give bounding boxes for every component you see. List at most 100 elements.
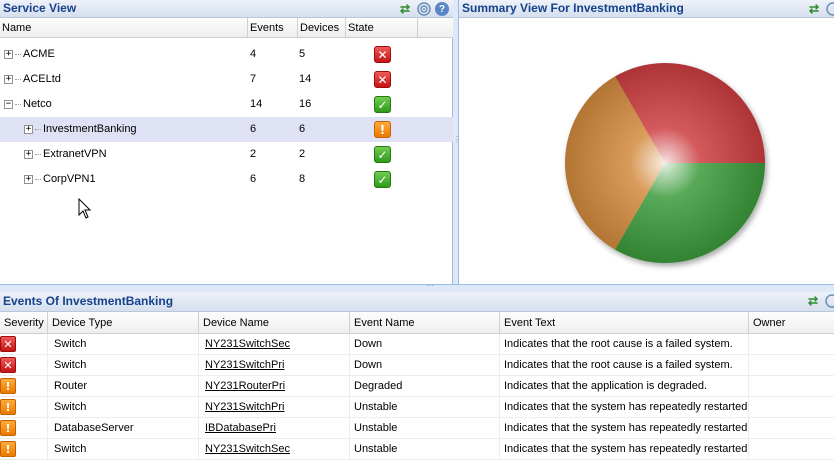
tree-row[interactable]: + ACME 4 5 ✕ (0, 42, 453, 67)
device-type-cell: Switch (48, 334, 199, 354)
refresh-icon[interactable]: ⇄ (806, 1, 822, 17)
severity-cell: ! (0, 397, 48, 417)
severity-cell: ! (0, 439, 48, 459)
critical-state-icon: ✕ (374, 46, 391, 63)
warning-severity-icon: ! (0, 399, 16, 415)
splitter-grip-icon[interactable]: ⋯ (426, 281, 434, 290)
event-text-cell: Indicates that the application is degrad… (500, 376, 749, 396)
tree-connector (15, 104, 21, 105)
table-row[interactable]: ! DatabaseServer IBDatabasePri Unstable Indi… (0, 418, 834, 439)
tree-row[interactable]: + ACELtd 7 14 ✕ (0, 67, 453, 92)
tree-connector (15, 79, 21, 80)
device-name-link[interactable]: NY231SwitchPri (205, 359, 284, 371)
col-severity[interactable]: Severity (0, 312, 48, 334)
event-text-cell: Indicates that the system has repeatedly… (500, 418, 749, 438)
device-type-cell: Switch (48, 439, 199, 459)
service-name: ExtranetVPN (43, 148, 107, 160)
severity-cell: ✕ (0, 355, 48, 375)
device-type-cell: Switch (48, 397, 199, 417)
service-devices: 16 (299, 98, 312, 110)
device-type-cell: DatabaseServer (48, 418, 199, 438)
table-row[interactable]: ✕ Switch NY231SwitchPri Down Indicates that … (0, 355, 834, 376)
table-row[interactable]: ✕ Switch NY231SwitchSec Down Indicates that … (0, 334, 834, 355)
service-tree-header: Name Events Devices State (0, 18, 453, 38)
events-grid-header: Severity Device Type Device Name Event N… (0, 312, 834, 334)
mouse-cursor-icon (78, 198, 92, 219)
col-owner[interactable]: Owner (749, 312, 834, 334)
service-name: ACELtd (23, 73, 61, 85)
device-name-cell: IBDatabasePri (199, 418, 350, 438)
event-name-cell: Down (350, 334, 500, 354)
radar-icon[interactable] (416, 1, 432, 17)
device-name-link[interactable]: NY231SwitchSec (205, 443, 290, 455)
event-text-cell: Indicates that the root cause is a faile… (500, 334, 749, 354)
device-name-cell: NY231SwitchSec (199, 334, 350, 354)
device-name-link[interactable]: NY231SwitchPri (205, 401, 284, 413)
event-text-cell: Indicates that the system has repeatedly… (500, 397, 749, 417)
events-title: Events Of InvestmentBanking (3, 294, 174, 308)
tree-row[interactable]: + ExtranetVPN 2 2 ✓ (0, 142, 453, 167)
event-text-cell: Indicates that the system has repeatedly… (500, 439, 749, 459)
expand-toggle-icon[interactable]: + (4, 75, 13, 84)
refresh-icon[interactable]: ⇄ (397, 1, 413, 17)
radar-icon[interactable] (824, 293, 834, 309)
severity-cell: ✕ (0, 334, 48, 354)
help-icon[interactable]: ? (435, 2, 449, 16)
col-devices[interactable]: Devices (298, 18, 346, 38)
col-state[interactable]: State (346, 18, 418, 38)
service-name: Netco (23, 98, 52, 110)
service-view-panel: Service View ⇄ ? Name Events Devices Sta… (0, 0, 453, 284)
summary-view-header: Summary View For InvestmentBanking ⇄ (459, 0, 834, 18)
tree-row[interactable]: − Netco 14 16 ✓ (0, 92, 453, 117)
radar-icon[interactable] (825, 1, 834, 17)
owner-cell (749, 334, 834, 354)
device-name-cell: NY231SwitchSec (199, 439, 350, 459)
col-event-text[interactable]: Event Text (500, 312, 749, 334)
owner-cell (749, 418, 834, 438)
device-name-link[interactable]: NY231SwitchSec (205, 338, 290, 350)
expand-toggle-icon[interactable]: + (24, 150, 33, 159)
device-type-cell: Router (48, 376, 199, 396)
device-name-cell: NY231SwitchPri (199, 397, 350, 417)
expand-toggle-icon[interactable]: + (4, 50, 13, 59)
expand-toggle-icon[interactable]: + (24, 175, 33, 184)
service-events: 7 (250, 73, 257, 85)
tree-row[interactable]: + CorpVPN1 6 8 ✓ (0, 167, 453, 192)
ok-state-icon: ✓ (374, 146, 391, 163)
tree-row[interactable]: + InvestmentBanking 6 6! (0, 117, 453, 142)
col-device-name[interactable]: Device Name (199, 312, 350, 334)
device-name-link[interactable]: NY231RouterPri (205, 380, 285, 392)
service-name: ACME (23, 48, 55, 60)
table-row[interactable]: ! Switch NY231SwitchPri Unstable Indicates t… (0, 397, 834, 418)
expand-toggle-icon[interactable]: − (4, 100, 13, 109)
critical-severity-icon: ✕ (0, 357, 16, 373)
table-row[interactable]: ! Router NY231RouterPri Degraded Indicates t… (0, 376, 834, 397)
event-name-cell: Down (350, 355, 500, 375)
service-events: 14 (250, 98, 263, 110)
col-events[interactable]: Events (248, 18, 298, 38)
service-devices: 14 (299, 73, 312, 85)
event-text-cell: Indicates that the root cause is a faile… (500, 355, 749, 375)
device-name-link[interactable]: IBDatabasePri (205, 422, 276, 434)
col-event-name[interactable]: Event Name (350, 312, 500, 334)
owner-cell (749, 376, 834, 396)
summary-pie-chart (565, 63, 765, 263)
table-row[interactable]: ! Switch NY231SwitchSec Unstable Indicates t… (0, 439, 834, 460)
horizontal-splitter[interactable]: ⋯ (0, 281, 834, 292)
severity-cell: ! (0, 418, 48, 438)
service-view-header: Service View ⇄ ? (0, 0, 453, 18)
col-device-type[interactable]: Device Type (48, 312, 199, 334)
summary-view-title: Summary View For InvestmentBanking (462, 1, 684, 15)
device-name-cell: NY231SwitchPri (199, 355, 350, 375)
service-devices: 6 (299, 123, 306, 135)
service-devices: 2 (299, 148, 306, 160)
critical-state-icon: ✕ (374, 71, 391, 88)
tree-connector (15, 54, 21, 55)
event-name-cell: Unstable (350, 397, 500, 417)
refresh-icon[interactable]: ⇄ (805, 293, 821, 309)
summary-view-panel: Summary View For InvestmentBanking ⇄ (458, 0, 834, 284)
col-name[interactable]: Name (0, 18, 248, 38)
service-events: 6 (250, 123, 257, 135)
expand-toggle-icon[interactable]: + (24, 125, 33, 134)
service-name: CorpVPN1 (43, 173, 96, 185)
